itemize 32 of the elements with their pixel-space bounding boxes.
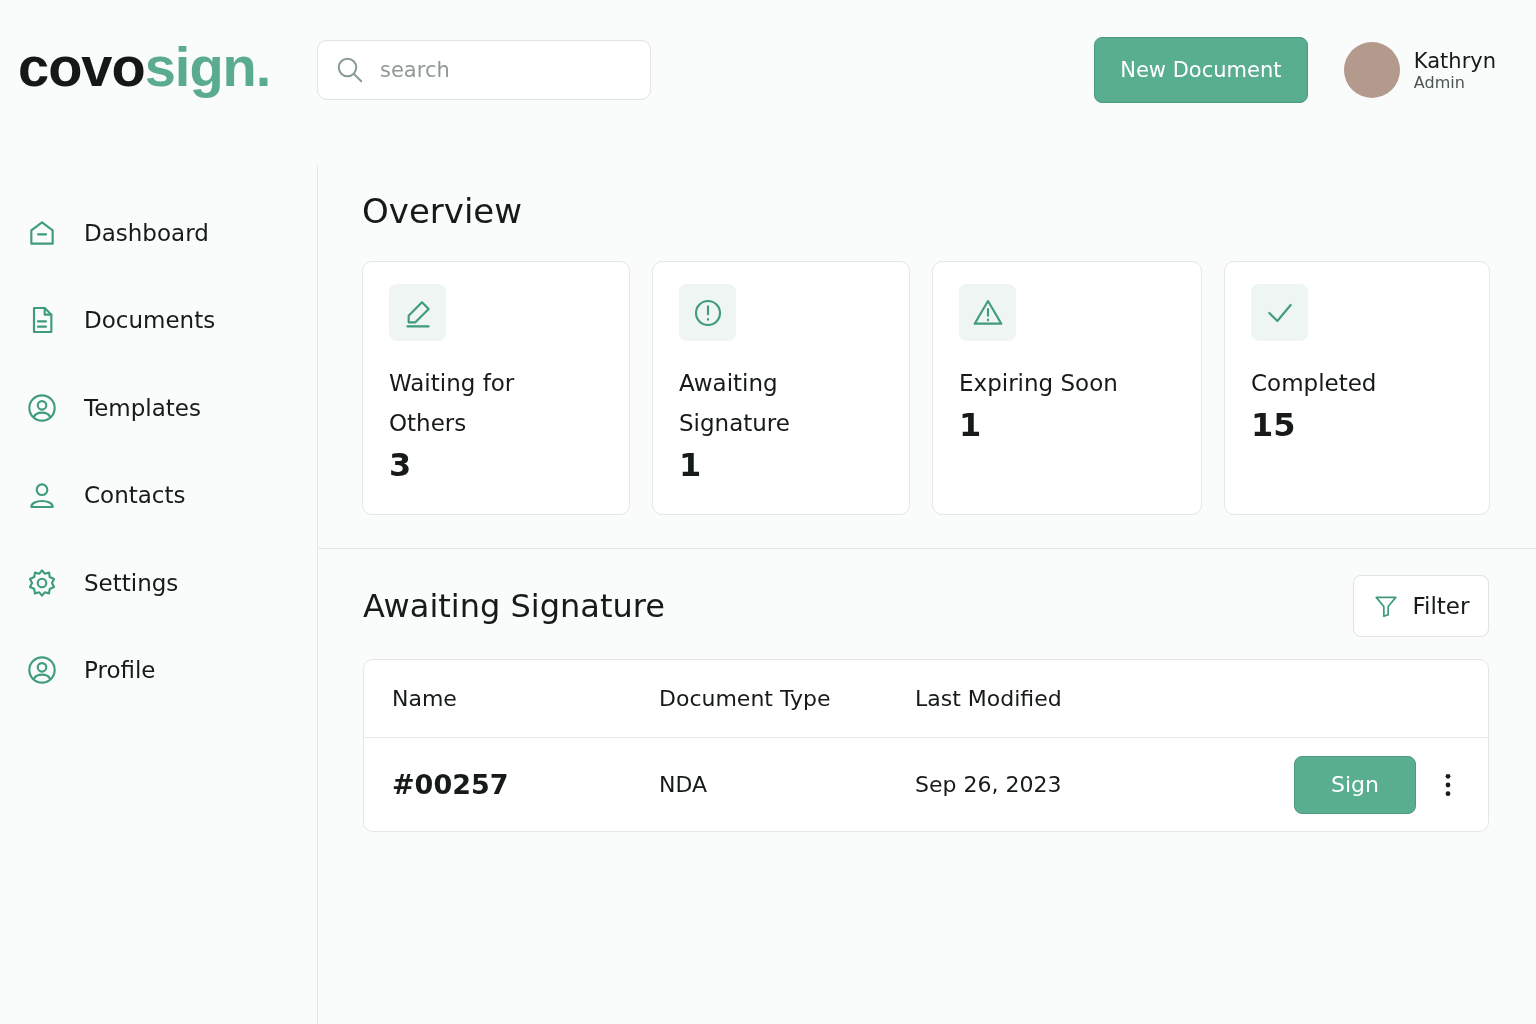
card-count: 1 — [959, 405, 983, 446]
column-header: Last Modified — [915, 686, 1063, 711]
filter-button[interactable]: Filter — [1353, 575, 1489, 637]
card-count: 1 — [679, 445, 703, 486]
settings-icon — [26, 566, 58, 599]
section-title: Overview — [362, 191, 524, 231]
card-label: Waiting for Others — [389, 369, 516, 438]
table-cell-text: Sep 26, 2023 — [915, 772, 1063, 797]
table-cell-text: NDA — [659, 772, 709, 797]
user-circle-icon — [26, 654, 58, 687]
sidebar-item[interactable]: Settings — [26, 539, 317, 627]
user-role: Admin — [1413, 72, 1466, 92]
search-field[interactable]: search — [317, 40, 651, 100]
filter-icon — [1372, 593, 1399, 619]
sidebar-item[interactable]: Profile — [26, 626, 317, 714]
table-cell-text: #00257 — [392, 769, 510, 800]
card-label: Expiring Soon — [959, 369, 1119, 398]
more-menu-icon[interactable] — [1444, 771, 1452, 798]
sidebar-item[interactable]: Dashboard — [26, 189, 317, 277]
card-label: Completed — [1251, 369, 1378, 398]
section-title: Awaiting Signature — [363, 587, 665, 625]
user-circle-icon — [26, 391, 58, 424]
user-name: Kathryn — [1413, 48, 1496, 73]
column-header: Document Type — [659, 686, 832, 711]
card-count: 15 — [1251, 405, 1297, 446]
sidebar-item[interactable]: Documents — [26, 276, 317, 364]
column-header: Name — [392, 686, 458, 711]
logo: covosign. — [18, 39, 272, 100]
sidebar-item[interactable]: Templates — [26, 364, 317, 452]
card-count: 3 — [389, 445, 413, 486]
sidebar-item[interactable]: Contacts — [26, 451, 317, 539]
card-label: Awaiting Signature — [679, 369, 791, 438]
